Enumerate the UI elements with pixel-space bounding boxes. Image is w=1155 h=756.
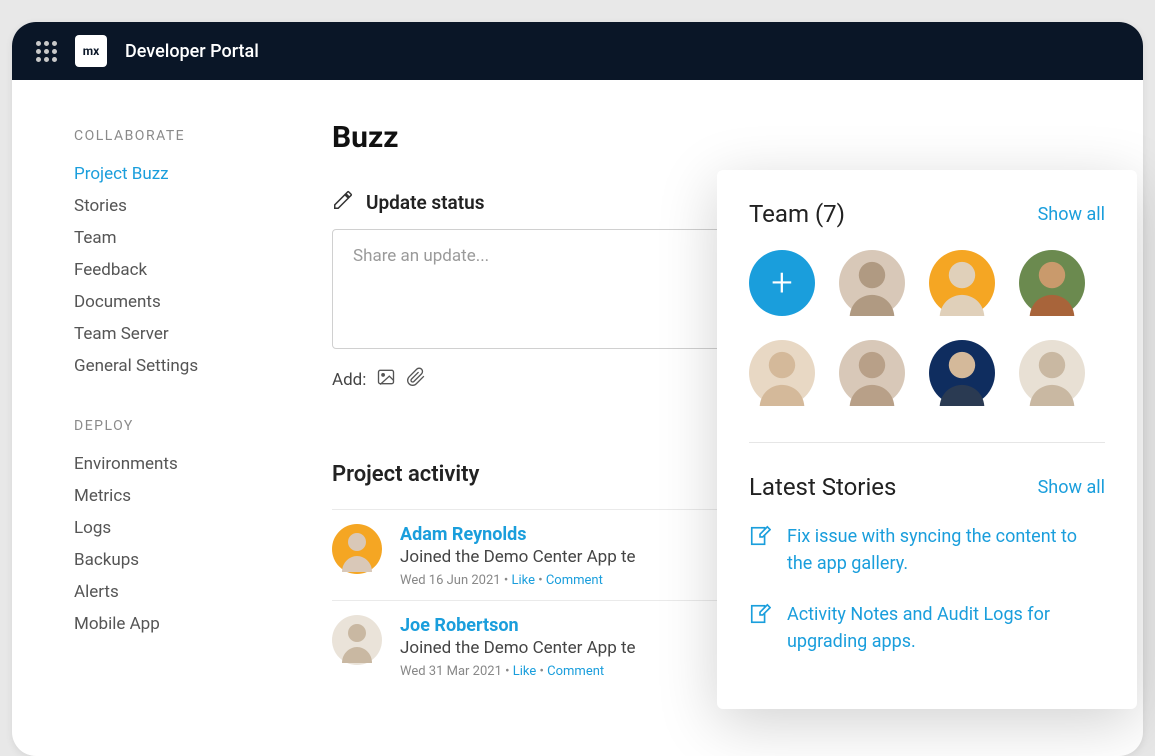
like-link[interactable]: Like (511, 573, 535, 588)
edit-note-icon (749, 525, 771, 577)
sidebar-item-team-server[interactable]: Team Server (74, 318, 292, 350)
edit-note-icon (749, 603, 771, 655)
topbar-title: Developer Portal (125, 41, 259, 62)
sidebar-item-logs[interactable]: Logs (74, 512, 292, 544)
team-title: Team (7) (749, 200, 845, 228)
add-label: Add: (332, 370, 366, 390)
activity-text: Joined the Demo Center App te (400, 638, 636, 658)
logo[interactable]: mx (75, 35, 107, 67)
team-showall-link[interactable]: Show all (1038, 204, 1105, 225)
sidebar-section-deploy: DEPLOY Environments Metrics Logs Backups… (74, 418, 292, 640)
sidebar-item-alerts[interactable]: Alerts (74, 576, 292, 608)
like-link[interactable]: Like (513, 664, 537, 679)
activity-body: Adam Reynolds Joined the Demo Center App… (400, 524, 636, 588)
story-link[interactable]: Activity Notes and Audit Logs for upgrad… (787, 601, 1105, 655)
avatar[interactable] (332, 615, 382, 665)
comment-link[interactable]: Comment (546, 573, 603, 588)
sidebar-item-team[interactable]: Team (74, 222, 292, 254)
sidebar-item-backups[interactable]: Backups (74, 544, 292, 576)
stories-title: Latest Stories (749, 473, 896, 501)
attachment-icon[interactable] (406, 367, 426, 392)
page-title: Buzz (332, 120, 1103, 155)
activity-meta: Wed 16 Jun 2021 • Like • Comment (400, 573, 636, 588)
sidebar-item-mobile-app[interactable]: Mobile App (74, 608, 292, 640)
add-member-button[interactable]: + (749, 250, 815, 316)
sidebar-label-deploy: DEPLOY (74, 418, 292, 434)
story-link[interactable]: Fix issue with syncing the content to th… (787, 523, 1105, 577)
divider (749, 442, 1105, 443)
activity-date: Wed 31 Mar 2021 (400, 664, 502, 679)
sidebar-item-documents[interactable]: Documents (74, 286, 292, 318)
team-grid: + (749, 250, 1105, 406)
team-member[interactable] (1019, 250, 1085, 316)
pencil-icon (332, 189, 354, 215)
team-member[interactable] (929, 340, 995, 406)
team-member[interactable] (929, 250, 995, 316)
image-icon[interactable] (376, 367, 396, 392)
sidebar-section-collaborate: COLLABORATE Project Buzz Stories Team Fe… (74, 128, 292, 382)
update-status-label: Update status (366, 191, 485, 214)
activity-body: Joe Robertson Joined the Demo Center App… (400, 615, 636, 679)
activity-text: Joined the Demo Center App te (400, 547, 636, 567)
team-member[interactable] (749, 340, 815, 406)
comment-link[interactable]: Comment (547, 664, 604, 679)
sidebar-item-project-buzz[interactable]: Project Buzz (74, 158, 292, 190)
sidebar-label-collaborate: COLLABORATE (74, 128, 292, 144)
status-placeholder-text: Share an update... (353, 246, 489, 266)
team-member[interactable] (839, 340, 905, 406)
sidebar-item-general-settings[interactable]: General Settings (74, 350, 292, 382)
story-item: Fix issue with syncing the content to th… (749, 523, 1105, 577)
avatar[interactable] (332, 524, 382, 574)
activity-name[interactable]: Adam Reynolds (400, 524, 636, 545)
sidebar-item-environments[interactable]: Environments (74, 448, 292, 480)
activity-date: Wed 16 Jun 2021 (400, 573, 501, 588)
team-member[interactable] (1019, 340, 1085, 406)
topbar: mx Developer Portal (12, 22, 1143, 80)
sidebar-item-feedback[interactable]: Feedback (74, 254, 292, 286)
story-item: Activity Notes and Audit Logs for upgrad… (749, 601, 1105, 655)
stories-showall-link[interactable]: Show all (1038, 477, 1105, 498)
sidebar-item-stories[interactable]: Stories (74, 190, 292, 222)
team-member[interactable] (839, 250, 905, 316)
apps-grid-icon[interactable] (36, 41, 57, 62)
team-header: Team (7) Show all (749, 200, 1105, 228)
activity-meta: Wed 31 Mar 2021 • Like • Comment (400, 664, 636, 679)
sidebar-item-metrics[interactable]: Metrics (74, 480, 292, 512)
side-panel: Team (7) Show all + Latest Stories Show … (717, 170, 1137, 709)
stories-header: Latest Stories Show all (749, 473, 1105, 501)
sidebar: COLLABORATE Project Buzz Stories Team Fe… (12, 80, 292, 756)
activity-name[interactable]: Joe Robertson (400, 615, 636, 636)
